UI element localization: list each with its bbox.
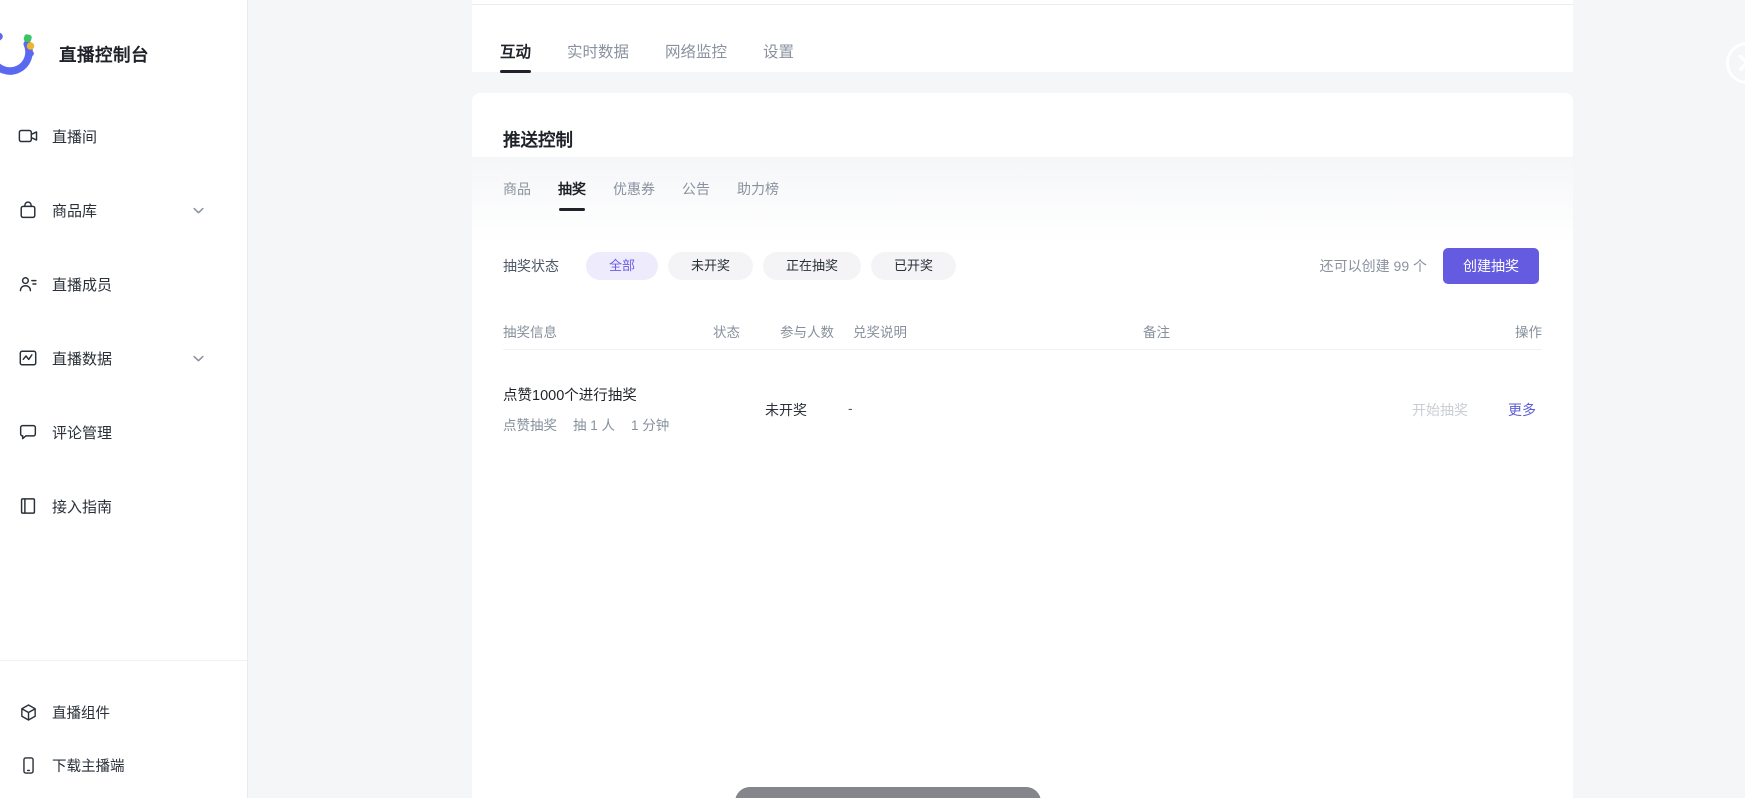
lottery-draw-count: 抽 1 人 xyxy=(573,414,615,434)
subtab-lottery[interactable]: 抽奖 xyxy=(558,179,586,199)
bottom-toast-bar[interactable] xyxy=(735,787,1041,798)
members-icon xyxy=(17,273,39,295)
app-title: 直播控制台 xyxy=(59,42,149,67)
ring-logo-icon xyxy=(0,29,42,79)
status-value: 未开奖 xyxy=(765,400,807,420)
tab-network-monitor[interactable]: 网络监控 xyxy=(665,40,727,64)
subtab-announcement[interactable]: 公告 xyxy=(682,179,710,199)
circle-close-icon[interactable] xyxy=(1722,38,1745,88)
tab-settings[interactable]: 设置 xyxy=(763,40,794,64)
sidebar-item-label: 直播成员 xyxy=(52,274,112,295)
sidebar-nav: 直播间 商品库 直播成员 xyxy=(0,99,247,543)
push-control-card: 推送控制 商品 抽奖 优惠券 公告 助力榜 抽奖状态 全部 未开奖 正在抽奖 已… xyxy=(472,93,1573,798)
sidebar-item-label: 商品库 xyxy=(52,200,97,221)
tab-interaction[interactable]: 互动 xyxy=(500,40,531,64)
lottery-subtitle: 点赞抽奖 抽 1 人 1 分钟 xyxy=(503,414,669,434)
sidebar-footer: 直播组件 下载主播端 xyxy=(0,686,247,792)
sidebar-item-label: 评论管理 xyxy=(52,422,112,443)
sidebar-divider xyxy=(0,660,247,661)
column-header-actions: 操作 xyxy=(1515,321,1542,341)
table-row: 点赞1000个进行抽奖 点赞抽奖 抽 1 人 1 分钟 未开奖 - 开始抽奖 更… xyxy=(503,350,1542,446)
column-header-remark: 备注 xyxy=(1143,321,1170,341)
filter-pill-not-drawn[interactable]: 未开奖 xyxy=(668,252,753,280)
chevron-down-icon[interactable] xyxy=(192,204,205,217)
lottery-type: 点赞抽奖 xyxy=(503,414,557,434)
camera-icon xyxy=(17,125,39,147)
chevron-down-icon[interactable] xyxy=(192,352,205,365)
more-action[interactable]: 更多 xyxy=(1508,400,1536,420)
column-header-redeem-note: 兑奖说明 xyxy=(853,321,907,341)
panel-title: 推送控制 xyxy=(503,127,573,152)
filter-label: 抽奖状态 xyxy=(503,256,559,276)
sidebar-item-label: 下载主播端 xyxy=(52,755,125,776)
subtab-fade-band xyxy=(472,157,1573,247)
sidebar-item-comment-management[interactable]: 评论管理 xyxy=(0,395,247,469)
participants-value: - xyxy=(848,400,853,416)
sidebar: 直播控制台 直播间 商品库 xyxy=(0,0,248,798)
sidebar-item-live-components[interactable]: 直播组件 xyxy=(0,686,247,739)
filter-pill-all[interactable]: 全部 xyxy=(586,252,658,280)
quota-remaining-text: 还可以创建 99 个 xyxy=(1320,256,1427,276)
status-filter-pills: 全部 未开奖 正在抽奖 已开奖 xyxy=(586,252,956,280)
sidebar-item-label: 接入指南 xyxy=(52,496,112,517)
lottery-title: 点赞1000个进行抽奖 xyxy=(503,384,637,405)
sidebar-item-access-guide[interactable]: 接入指南 xyxy=(0,469,247,543)
topbar-hairline xyxy=(472,4,1573,5)
bag-icon xyxy=(17,199,39,221)
row-actions: 开始抽奖 更多 xyxy=(1412,400,1536,420)
app-logo-row: 直播控制台 xyxy=(0,29,149,79)
column-header-status: 状态 xyxy=(713,321,740,341)
comment-icon xyxy=(17,421,39,443)
sidebar-item-label: 直播组件 xyxy=(52,702,110,723)
tab-realtime-data[interactable]: 实时数据 xyxy=(567,40,629,64)
sidebar-item-live-data[interactable]: 直播数据 xyxy=(0,321,247,395)
sidebar-item-live-members[interactable]: 直播成员 xyxy=(0,247,247,321)
start-lottery-action[interactable]: 开始抽奖 xyxy=(1412,400,1468,420)
subtab-coupons[interactable]: 优惠券 xyxy=(613,179,655,199)
top-tab-bar: 互动 实时数据 网络监控 设置 xyxy=(472,0,1573,72)
subtab-boost-ranking[interactable]: 助力榜 xyxy=(737,179,779,199)
subtab-products[interactable]: 商品 xyxy=(503,179,531,199)
lottery-duration: 1 分钟 xyxy=(631,414,669,434)
sidebar-item-live-room[interactable]: 直播间 xyxy=(0,99,247,173)
lottery-table: 抽奖信息 状态 参与人数 兑奖说明 备注 操作 点赞1000个进行抽奖 点赞抽奖… xyxy=(503,315,1542,446)
column-header-lottery-info: 抽奖信息 xyxy=(503,321,557,341)
sidebar-item-download-anchor-client[interactable]: 下载主播端 xyxy=(0,739,247,792)
guide-icon xyxy=(17,495,39,517)
cube-icon xyxy=(17,702,39,724)
lottery-filter-row: 抽奖状态 全部 未开奖 正在抽奖 已开奖 还可以创建 99 个 创建抽奖 xyxy=(503,248,1539,284)
table-header-row: 抽奖信息 状态 参与人数 兑奖说明 备注 操作 xyxy=(503,315,1542,350)
chart-icon xyxy=(17,347,39,369)
sidebar-item-product-library[interactable]: 商品库 xyxy=(0,173,247,247)
sidebar-item-label: 直播数据 xyxy=(52,348,112,369)
sidebar-item-label: 直播间 xyxy=(52,126,97,147)
top-tabs: 互动 实时数据 网络监控 设置 xyxy=(500,40,794,64)
phone-icon xyxy=(17,755,39,777)
create-lottery-button[interactable]: 创建抽奖 xyxy=(1443,248,1539,284)
filter-pill-drawn[interactable]: 已开奖 xyxy=(871,252,956,280)
column-header-participants: 参与人数 xyxy=(780,321,834,341)
filter-pill-drawing[interactable]: 正在抽奖 xyxy=(763,252,861,280)
push-subtabs: 商品 抽奖 优惠券 公告 助力榜 xyxy=(503,179,779,199)
